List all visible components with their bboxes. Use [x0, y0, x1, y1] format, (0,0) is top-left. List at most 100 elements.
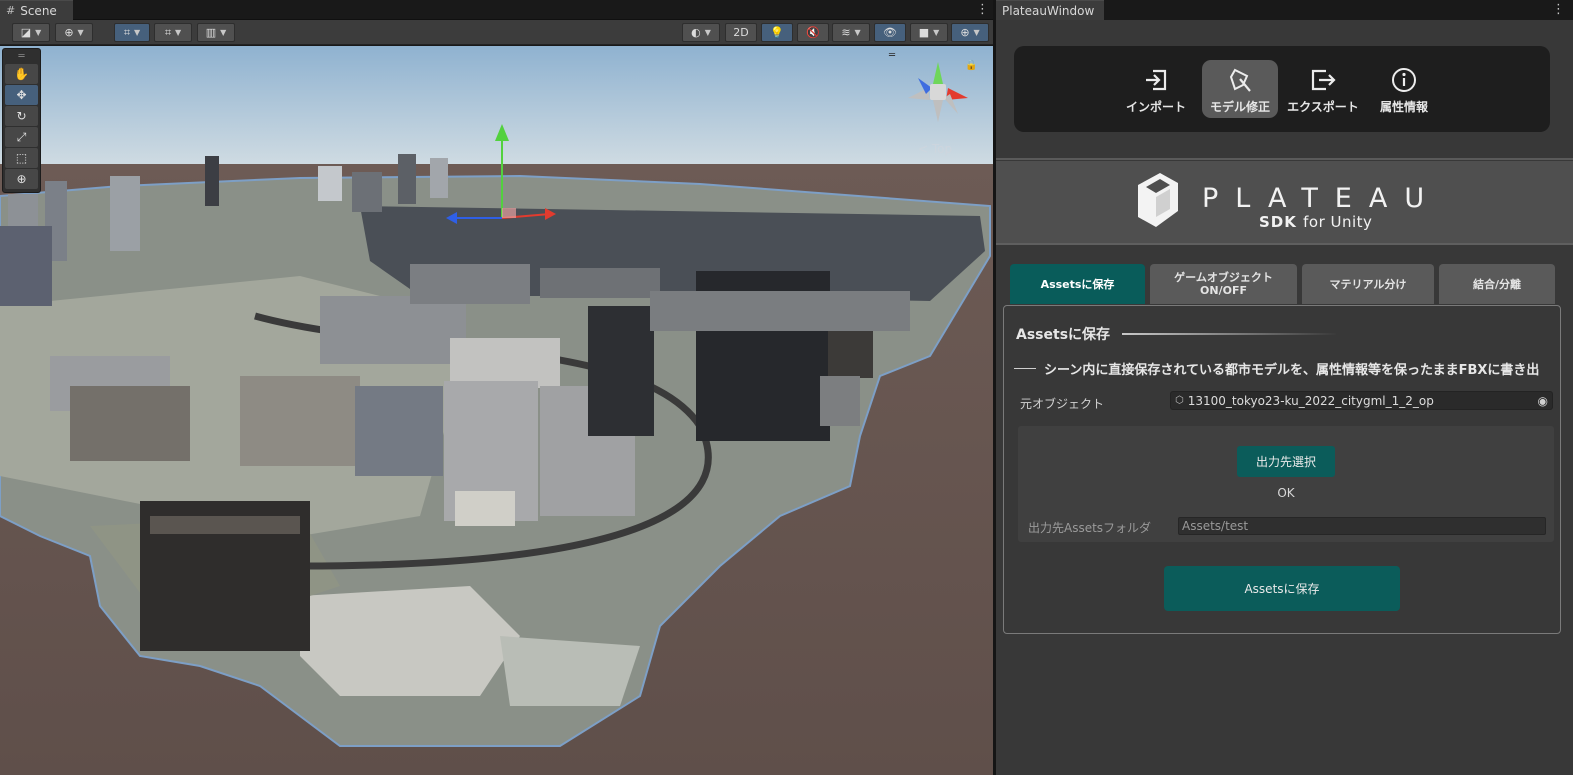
overlay-grip-icon[interactable]: ═ [3, 49, 40, 63]
lightbulb-icon: 💡 [770, 26, 784, 39]
scene-tab[interactable]: # Scene [0, 0, 73, 20]
plateau-window: PlateauWindow ⋮ インポート モデル修正 エクスポート 属性情報 … [996, 0, 1573, 775]
2d-toggle[interactable]: 2D [725, 23, 757, 42]
mode-toolbar: インポート モデル修正 エクスポート 属性情報 [1014, 46, 1550, 132]
save-to-assets-panel: Assetsに保存 シーン内に直接保存されている都市モデルを、属性情報等を保った… [1003, 305, 1561, 634]
divider [996, 158, 1573, 160]
rect-icon: ⬚ [15, 151, 28, 165]
rotate-tool[interactable]: ↻ [5, 106, 38, 126]
camera-icon: ■ [918, 26, 930, 39]
tab-save-to-assets[interactable]: Assetsに保存 [1010, 264, 1145, 304]
model-edit-tabs: Assetsに保存 ゲームオブジェクト ON/OFF マテリアル分け 結合/分離 [1010, 264, 1556, 304]
chevron-down-icon: ▼ [134, 28, 141, 37]
grid-icon: # [6, 4, 16, 17]
destination-status: OK [1277, 486, 1295, 500]
lighting-toggle[interactable]: 💡 [761, 23, 793, 42]
mode-attributes-button[interactable]: 属性情報 [1366, 60, 1442, 118]
mode-export-label: エクスポート [1287, 100, 1359, 114]
scene-menu-icon[interactable]: ⋮ [976, 2, 989, 17]
description-text: シーン内に直接保存されている都市モデルを、属性情報等を保ったままFBXに書き出 [1044, 362, 1540, 377]
hand-icon: ✋ [14, 67, 29, 81]
2d-label: 2D [733, 26, 749, 39]
tools-overlay: ═ ✋ ✥ ↻ ⤢ ⬚ ⊕ [2, 48, 41, 193]
tab-material-split-label: マテリアル分け [1329, 277, 1407, 291]
plateau-logo-subtitle: SDK for Unity [1259, 213, 1372, 231]
save-to-assets-button-label: Assetsに保存 [1244, 582, 1320, 596]
scene-visibility-toggle[interactable]: 👁 [874, 23, 906, 42]
scale-tool[interactable]: ⤢ [5, 127, 38, 147]
shading-sphere-icon: ◐ [691, 26, 701, 39]
snap-icon: ⌗ [164, 25, 172, 39]
grid-snap-toggle[interactable]: ⌗ ▼ [114, 23, 150, 42]
chevron-down-icon: ▼ [704, 28, 711, 37]
select-destination-label: 出力先選択 [1255, 455, 1316, 469]
save-to-assets-button[interactable]: Assetsに保存 [1164, 566, 1400, 611]
scene-toolbar: ◪ ▼ ⊕ ▼ ⌗ ▼ ⌗ ▼ ▥ ▼ ◐ ▼ 2D 💡 🔇 ≋ ▼ 👁 ■ ▼ ⊕ ▼ [0, 20, 993, 45]
plateau-tabbar: PlateauWindow ⋮ [996, 0, 1573, 20]
model-edit-icon [1229, 68, 1251, 92]
chevron-down-icon: ▼ [220, 28, 227, 37]
chevron-down-icon: ▼ [175, 28, 182, 37]
section-title: Assetsに保存 [1016, 327, 1111, 343]
draw-mode-icon: ◪ [20, 26, 32, 39]
section-description: シーン内に直接保存されている都市モデルを、属性情報等を保ったままFBXに書き出 [1014, 360, 1554, 376]
tab-material-split[interactable]: マテリアル分け [1302, 264, 1434, 304]
plateau-logo-banner: PLATEAU SDK for Unity [996, 161, 1573, 245]
chevron-down-icon: ▼ [973, 28, 980, 37]
move-icon: ✥ [16, 88, 27, 102]
mode-import-button[interactable]: インポート [1118, 60, 1194, 118]
logo-for-unity-text: for Unity [1303, 213, 1373, 231]
chevron-down-icon: ▼ [933, 28, 940, 37]
transform-tool[interactable]: ⊕ [5, 169, 38, 189]
grid-snap-icon: ⌗ [123, 25, 131, 39]
mode-model-edit-button[interactable]: モデル修正 [1202, 60, 1278, 118]
mode-export-button[interactable]: エクスポート [1285, 60, 1361, 118]
description-dash-left [1014, 367, 1036, 369]
output-settings-box: 出力先選択 OK 出力先Assetsフォルダ Assets/test [1018, 426, 1554, 542]
destination-folder-label: 出力先Assetsフォルダ [1028, 521, 1152, 535]
destination-folder-field: Assets/test [1178, 517, 1546, 535]
mode-import-label: インポート [1125, 100, 1186, 114]
scene-tabbar: # Scene ⋮ [0, 0, 993, 20]
source-object-field[interactable]: ⬡ 13100_tokyo23-ku_2022_citygml_1_2_op ◉ [1170, 391, 1553, 410]
move-tool[interactable]: ✥ [5, 85, 38, 105]
logo-sdk-text: SDK [1259, 213, 1297, 231]
gameobject-cube-icon: ⬡ [1175, 395, 1184, 406]
global-local-dropdown[interactable]: ⊕ ▼ [55, 23, 93, 42]
export-icon [1311, 69, 1336, 91]
camera-dropdown[interactable]: ■ ▼ [910, 23, 948, 42]
effects-dropdown[interactable]: ≋ ▼ [832, 23, 870, 42]
hand-tool[interactable]: ✋ [5, 64, 38, 84]
shading-mode-dropdown[interactable]: ◐ ▼ [682, 23, 720, 42]
plateau-window-tab[interactable]: PlateauWindow [996, 0, 1104, 20]
rect-tool[interactable]: ⬚ [5, 148, 38, 168]
mode-model-edit-label: モデル修正 [1209, 100, 1270, 114]
tab-gameobject-label-2: ON/OFF [1200, 284, 1247, 297]
scale-icon: ⤢ [16, 129, 27, 144]
plateau-logo-title: PLATEAU [1202, 183, 1442, 214]
orientation-gizmo[interactable] [904, 58, 972, 126]
tab-merge-split[interactable]: 結合/分離 [1439, 264, 1555, 304]
ruler-dropdown[interactable]: ▥ ▼ [197, 23, 235, 42]
info-icon [1392, 68, 1416, 92]
audio-toggle[interactable]: 🔇 [797, 23, 829, 42]
scene-panel: # Scene ⋮ ◪ ▼ ⊕ ▼ ⌗ ▼ ⌗ ▼ ▥ ▼ ◐ ▼ 2D 💡 🔇 ≋ ▼ 👁 … [0, 0, 993, 775]
select-destination-button[interactable]: 出力先選択 [1237, 446, 1335, 477]
object-picker-icon[interactable]: ◉ [1538, 394, 1548, 408]
plateau-menu-icon[interactable]: ⋮ [1552, 2, 1565, 17]
source-object-value: 13100_tokyo23-ku_2022_citygml_1_2_op [1187, 393, 1434, 408]
ruler-icon: ▥ [205, 26, 217, 39]
chevron-down-icon: ▼ [77, 28, 84, 37]
scene-tab-label: Scene [20, 3, 57, 18]
increment-snap-dropdown[interactable]: ⌗ ▼ [154, 23, 192, 42]
plateau-logo-icon [1138, 173, 1178, 227]
unity-editor: # Scene ⋮ ◪ ▼ ⊕ ▼ ⌗ ▼ ⌗ ▼ ▥ ▼ ◐ ▼ 2D 💡 🔇 ≋ ▼ 👁 … [0, 0, 1573, 775]
overlay-menu-icon[interactable]: ═ [889, 50, 895, 61]
gizmos-dropdown[interactable]: ⊕ ▼ [951, 23, 989, 42]
section-title-rule [1122, 333, 1336, 335]
draw-mode-dropdown[interactable]: ◪ ▼ [12, 23, 50, 42]
tab-gameobject-onoff[interactable]: ゲームオブジェクト ON/OFF [1150, 264, 1297, 304]
chevron-down-icon: ▼ [35, 28, 42, 37]
transform-icon: ⊕ [16, 172, 27, 186]
scene-viewport[interactable] [0, 46, 993, 775]
